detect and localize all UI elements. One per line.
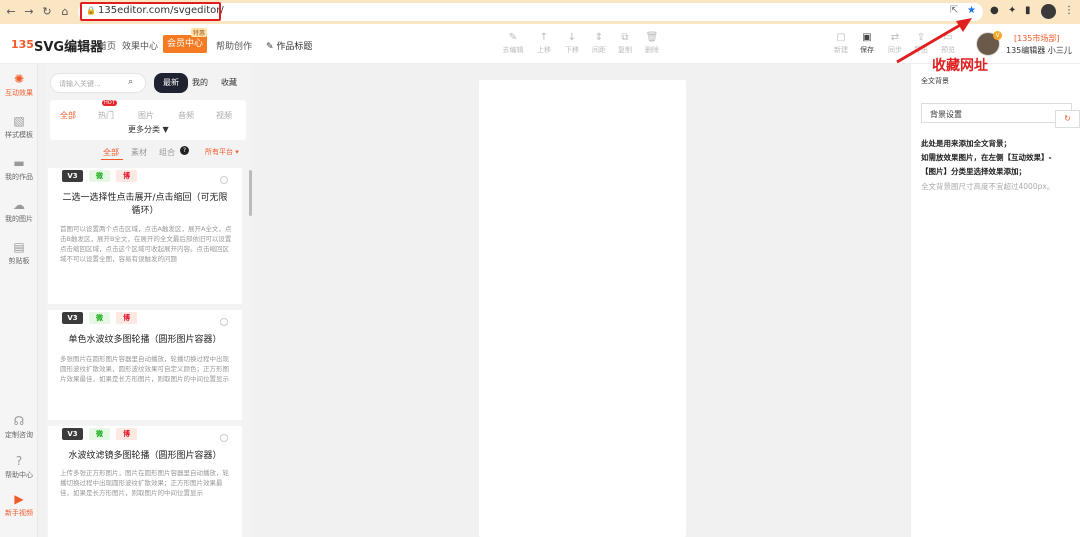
annotation-text: 收藏网址 xyxy=(932,58,988,74)
annotation-arrow xyxy=(896,18,972,64)
